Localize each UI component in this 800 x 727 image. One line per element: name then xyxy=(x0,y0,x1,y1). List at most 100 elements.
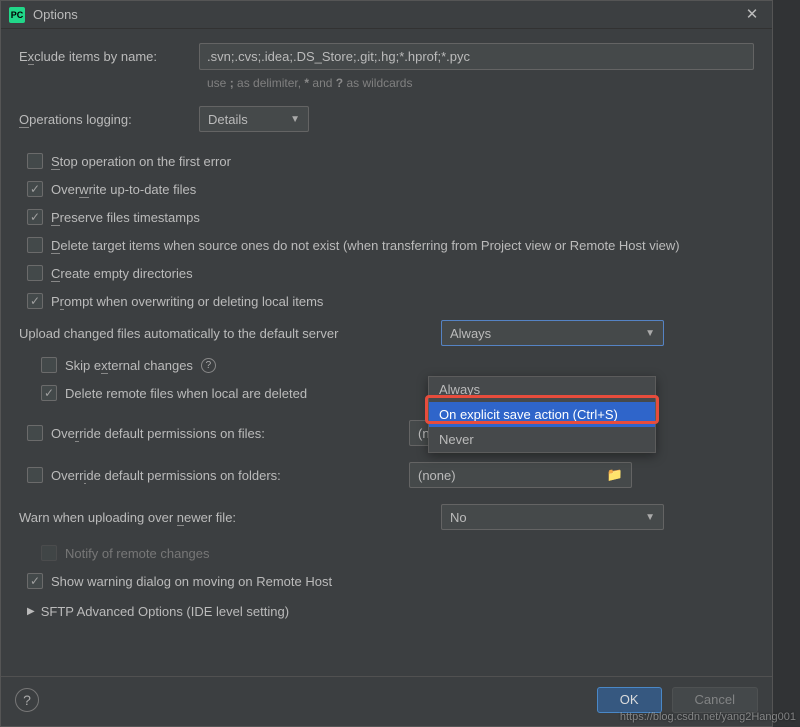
select-value: Always xyxy=(450,326,491,341)
help-button[interactable]: ? xyxy=(15,688,39,712)
show-warning-label: Show warning dialog on moving on Remote … xyxy=(51,574,332,589)
notify-remote-row: Notify of remote changes xyxy=(19,540,754,566)
exclude-label: Exclude items by name: xyxy=(19,49,187,64)
overwrite-row[interactable]: Overwrite up-to-date files xyxy=(19,176,754,202)
help-icon[interactable]: ? xyxy=(201,358,216,373)
skip-external-row[interactable]: Skip external changes ? xyxy=(19,352,754,378)
titlebar: PC Options ✕ xyxy=(1,1,772,29)
overwrite-checkbox[interactable] xyxy=(27,181,43,197)
perm-files-checkbox[interactable] xyxy=(27,425,43,441)
prompt-label: Prompt when overwriting or deleting loca… xyxy=(51,294,323,309)
delete-target-label: Delete target items when source ones do … xyxy=(51,238,680,253)
text: perations logging: xyxy=(29,112,132,127)
mnemonic: w xyxy=(79,182,88,198)
prompt-row[interactable]: Prompt when overwriting or deleting loca… xyxy=(19,288,754,314)
text: ompt when overwriting or deleting local … xyxy=(64,294,323,309)
mnemonic: n xyxy=(177,510,184,526)
prompt-checkbox[interactable] xyxy=(27,293,43,309)
preserve-row[interactable]: Preserve files timestamps xyxy=(19,204,754,230)
mnemonic: S xyxy=(51,154,60,170)
exclude-hint: use ; as delimiter, * and ? as wildcards xyxy=(207,76,754,90)
dropdown-option-never[interactable]: Never xyxy=(429,427,655,452)
text: and xyxy=(309,76,336,90)
warn-newer-select[interactable]: No ▼ xyxy=(441,504,664,530)
text: Overr xyxy=(51,468,84,483)
upload-dropdown-popup: Always On explicit save action (Ctrl+S) … xyxy=(428,376,656,453)
create-empty-checkbox[interactable] xyxy=(27,265,43,281)
text: ? xyxy=(336,76,343,90)
cancel-button[interactable]: Cancel xyxy=(672,687,758,713)
text: top operation on the first error xyxy=(60,154,231,169)
content-area: Exclude items by name: use ; as delimite… xyxy=(1,29,772,625)
text: Ove xyxy=(51,426,75,441)
mnemonic: C xyxy=(51,266,60,282)
dropdown-option-explicit-save[interactable]: On explicit save action (Ctrl+S) xyxy=(429,402,655,427)
perm-folders-label: Override default permissions on folders: xyxy=(51,468,281,483)
preserve-checkbox[interactable] xyxy=(27,209,43,225)
editor-background-strip xyxy=(773,0,800,727)
delete-target-checkbox[interactable] xyxy=(27,237,43,253)
ops-logging-label: Operations logging: xyxy=(19,112,187,127)
stop-on-error-row[interactable]: Stop operation on the first error xyxy=(19,148,754,174)
text: E xyxy=(19,49,28,64)
skip-external-checkbox[interactable] xyxy=(41,357,57,373)
overwrite-label: Overwrite up-to-date files xyxy=(51,182,196,197)
select-value: No xyxy=(450,510,467,525)
arrow-right-icon: ▶ xyxy=(27,606,35,617)
perm-folders-select[interactable]: (none) 📁 xyxy=(409,462,632,488)
select-value: Details xyxy=(208,112,248,127)
text: elete target items when source ones do n… xyxy=(60,238,679,253)
create-empty-row[interactable]: Create empty directories xyxy=(19,260,754,286)
text: Over xyxy=(51,182,79,197)
text: ternal changes xyxy=(108,358,193,373)
upload-auto-select[interactable]: Always ▼ xyxy=(441,320,664,346)
text: as wildcards xyxy=(343,76,412,90)
perm-folders-checkbox[interactable] xyxy=(27,467,43,483)
upload-auto-row: Upload changed files automatically to th… xyxy=(19,320,754,346)
delete-remote-checkbox[interactable] xyxy=(41,385,57,401)
warn-newer-label: Warn when uploading over newer file: xyxy=(19,510,429,525)
text: Skip e xyxy=(65,358,101,373)
mnemonic: O xyxy=(19,112,29,128)
mnemonic: P xyxy=(51,210,60,226)
warn-newer-row: Warn when uploading over newer file: No … xyxy=(19,500,754,534)
text: reserve files timestamps xyxy=(60,210,200,225)
mnemonic: D xyxy=(51,238,60,254)
ops-logging-row: Operations logging: Details ▼ xyxy=(19,106,754,132)
ok-button[interactable]: OK xyxy=(597,687,662,713)
notify-remote-checkbox xyxy=(41,545,57,561)
delete-target-row[interactable]: Delete target items when source ones do … xyxy=(19,232,754,258)
preserve-label: Preserve files timestamps xyxy=(51,210,200,225)
close-button[interactable]: ✕ xyxy=(740,3,764,27)
watermark: https://blog.csdn.net/yang2Hang001 xyxy=(620,711,796,723)
text: rite up-to-date files xyxy=(89,182,197,197)
notify-remote-label: Notify of remote changes xyxy=(65,546,210,561)
exclude-row: Exclude items by name: xyxy=(19,43,754,70)
chevron-down-icon: ▼ xyxy=(645,328,655,339)
text: as delimiter, xyxy=(234,76,305,90)
select-value: (none) xyxy=(418,468,456,483)
dropdown-option-always[interactable]: Always xyxy=(429,377,655,402)
text: clude items by name: xyxy=(34,49,157,64)
dialog-title: Options xyxy=(33,7,740,22)
create-empty-label: Create empty directories xyxy=(51,266,193,281)
chevron-down-icon: ▼ xyxy=(290,114,300,125)
text: ewer file: xyxy=(184,510,236,525)
exclude-input[interactable] xyxy=(199,43,754,70)
show-warning-checkbox[interactable] xyxy=(27,573,43,589)
folder-icon: 📁 xyxy=(607,467,623,483)
sftp-label: SFTP Advanced Options (IDE level setting… xyxy=(41,604,289,619)
stop-on-error-label: Stop operation on the first error xyxy=(51,154,231,169)
perm-folders-row: Override default permissions on folders:… xyxy=(19,458,754,492)
show-warning-row[interactable]: Show warning dialog on moving on Remote … xyxy=(19,568,754,594)
chevron-down-icon: ▼ xyxy=(645,512,655,523)
ops-logging-select[interactable]: Details ▼ xyxy=(199,106,309,132)
perm-files-label: Override default permissions on files: xyxy=(51,426,265,441)
stop-on-error-checkbox[interactable] xyxy=(27,153,43,169)
text: P xyxy=(51,294,60,309)
text: de default permissions on folders: xyxy=(86,468,280,483)
sftp-expander[interactable]: ▶ SFTP Advanced Options (IDE level setti… xyxy=(19,598,754,625)
delete-remote-label: Delete remote files when local are delet… xyxy=(65,386,307,401)
text: reate empty directories xyxy=(60,266,192,281)
options-dialog: PC Options ✕ Exclude items by name: use … xyxy=(0,0,773,727)
